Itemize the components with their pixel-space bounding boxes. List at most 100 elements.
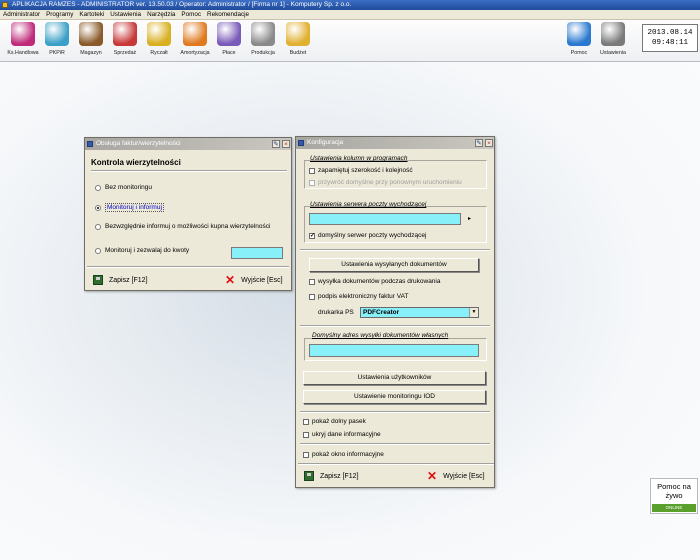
- hide-info-checkbox[interactable]: ukryj dane informacyjne: [303, 431, 381, 438]
- address-group-label: Domyślny adres wysyłki dokumentów własny…: [312, 332, 449, 339]
- invoice-icon: [113, 22, 137, 46]
- divider: [87, 266, 289, 268]
- radio-monitor-inform[interactable]: Monitoruj i informuj: [95, 203, 164, 212]
- show-bottom-bar-checkbox[interactable]: pokaż dolny pasek: [303, 418, 366, 425]
- menu-ustawienia[interactable]: Ustawienia: [107, 10, 144, 19]
- show-info-window-checkbox[interactable]: pokaż okno informacyjne: [303, 451, 384, 458]
- floppy-disk-icon: [304, 471, 314, 481]
- divider: [300, 411, 490, 413]
- save-button[interactable]: Zapisz [F12]: [93, 275, 148, 285]
- piggy-coin-icon: [286, 22, 310, 46]
- remember-width-checkbox[interactable]: zapamiętuj szerokość i kolejność: [309, 167, 413, 174]
- menu-kartoteki[interactable]: Kartoteki: [76, 10, 107, 19]
- checkbox: [309, 167, 315, 174]
- floppy-disk-icon: [93, 275, 103, 285]
- toolbar-place-button[interactable]: Płace: [212, 22, 246, 60]
- monitoring-settings-button[interactable]: Ustawienie monitoringu IOD: [303, 390, 486, 404]
- configuration-dialog-titlebar[interactable]: Konfiguracja ✎ ×: [296, 137, 494, 149]
- live-help-line2: żywo: [665, 491, 683, 500]
- toolbar-pkpir-button[interactable]: PKPiR: [40, 22, 74, 60]
- sent-documents-settings-button[interactable]: Ustawienia wysyłanych dokumentów: [309, 258, 479, 272]
- e-signature-checkbox[interactable]: podpis elektroniczny faktur VAT: [309, 293, 408, 300]
- send-while-printing-checkbox[interactable]: wysyłka dokumentów podczas drukowania: [309, 278, 440, 285]
- menu-programy[interactable]: Programy: [43, 10, 76, 19]
- printer-select-value: PDFCreator: [363, 309, 400, 316]
- default-address-input[interactable]: [309, 344, 479, 357]
- divider: [298, 463, 494, 465]
- menu-narzedzia[interactable]: Narzędzia: [144, 10, 178, 19]
- online-status-badge: ONLINE: [652, 504, 696, 512]
- columns-group-label: Ustawienia kolumn w programach: [310, 155, 408, 162]
- clock-time: 09:48:11: [651, 39, 688, 47]
- help-icon: [567, 22, 591, 46]
- checkbox: [303, 431, 309, 438]
- red-x-icon: ✕: [427, 469, 438, 483]
- configuration-dialog-title: Konfiguracja: [307, 139, 344, 146]
- printer-select[interactable]: PDFCreator ▼: [360, 307, 479, 318]
- checkbox: [309, 278, 315, 285]
- toolbar-pomoc-button[interactable]: Pomoc: [562, 22, 596, 60]
- radio-dot: [95, 247, 101, 254]
- menu-rekomendacje[interactable]: Rekomendacje: [204, 10, 252, 19]
- radio-allow-to-amount[interactable]: Monitoruj i zezwalaj do kwoty: [95, 247, 189, 254]
- checkbox: [303, 418, 309, 425]
- toolbar-budzet-button[interactable]: Budżet: [281, 22, 315, 60]
- receivables-dialog-title: Obsługa faktur/wierzytelności: [96, 140, 181, 147]
- toolbar-produkcja-button[interactable]: Produkcja: [246, 22, 280, 60]
- exit-button[interactable]: ✕ Wyjście [Esc]: [225, 273, 283, 287]
- toolbar-ryczalt-button[interactable]: Ryczałt: [142, 22, 176, 60]
- divider: [91, 170, 287, 172]
- app-title-bar: APLIKACJA RAMZES - ADMINISTRATOR ver. 13…: [0, 0, 700, 10]
- receivables-dialog-titlebar[interactable]: Obsługa faktur/wierzytelności ✎ ×: [85, 138, 291, 150]
- red-x-icon: ✕: [225, 273, 236, 287]
- receivables-header: Kontrola wierzytelności: [91, 158, 181, 167]
- checkbox: [309, 179, 315, 186]
- book-icon: [11, 22, 35, 46]
- assets-icon: [183, 22, 207, 46]
- radio-dot: [95, 184, 101, 191]
- toolbar: Ks.Handlowa PKPiR Magazyn Sprzedaż Rycza…: [0, 20, 700, 62]
- receivables-dialog: Obsługa faktur/wierzytelności ✎ × Kontro…: [84, 137, 292, 291]
- clock-panel: 2013.08.14 09:48:11: [642, 24, 698, 52]
- configuration-dialog: Konfiguracja ✎ × Ustawienia kolumn w pro…: [295, 136, 495, 488]
- exit-button[interactable]: ✕ Wyjście [Esc]: [427, 469, 485, 483]
- checkbox-checked: ✓: [309, 232, 316, 239]
- radio-no-monitoring[interactable]: Bez monitoringu: [95, 184, 152, 191]
- app-title: APLIKACJA RAMZES - ADMINISTRATOR ver. 13…: [12, 1, 352, 8]
- gear-icon: [251, 22, 275, 46]
- smtp-server-input[interactable]: [309, 213, 461, 225]
- printer-label: drukarka PS: [318, 309, 354, 316]
- close-icon[interactable]: ×: [282, 140, 290, 148]
- user-settings-button[interactable]: Ustawienia użytkowników: [303, 371, 486, 385]
- amount-input[interactable]: [231, 247, 283, 259]
- toolbar-amortyzacja-button[interactable]: Amortyzacja: [178, 22, 212, 60]
- window-icon: [87, 141, 93, 147]
- pin-icon[interactable]: ✎: [272, 140, 280, 148]
- people-icon: [217, 22, 241, 46]
- smtp-group-label: Ustawienia serwera poczty wychodzącej: [310, 201, 427, 208]
- close-icon[interactable]: ×: [485, 139, 493, 147]
- live-help-widget[interactable]: Pomoc na żywo ONLINE: [650, 478, 698, 514]
- menu-pomoc[interactable]: Pomoc: [178, 10, 204, 19]
- radio-always-inform[interactable]: Bezwzględnie informuj o możliwości kupna…: [95, 223, 270, 230]
- divider: [300, 325, 490, 327]
- toolbar-ustawienia-button[interactable]: Ustawienia: [596, 22, 630, 60]
- toolbar-ks-handlowa-button[interactable]: Ks.Handlowa: [6, 22, 40, 60]
- menu-administrator[interactable]: Administrator: [0, 10, 43, 19]
- toolbar-sprzedaz-button[interactable]: Sprzedaż: [108, 22, 142, 60]
- checkbox: [303, 451, 309, 458]
- radio-dot-selected: [95, 204, 101, 211]
- save-button[interactable]: Zapisz [F12]: [304, 471, 359, 481]
- warehouse-box-icon: [79, 22, 103, 46]
- restore-defaults-checkbox[interactable]: przywróć domyślne przy ponownym uruchomi…: [309, 179, 462, 186]
- checkbox: [309, 293, 315, 300]
- tools-icon: [601, 22, 625, 46]
- clock-date: 2013.08.14: [647, 29, 693, 37]
- coins-stack-icon: [147, 22, 171, 46]
- toolbar-magazyn-button[interactable]: Magazyn: [74, 22, 108, 60]
- default-server-checkbox[interactable]: ✓ domyślny serwer poczty wychodzącej: [309, 232, 426, 239]
- radio-dot: [95, 223, 101, 230]
- menu-bar: Administrator Programy Kartoteki Ustawie…: [0, 10, 700, 20]
- dropdown-arrow-icon[interactable]: ▸: [468, 215, 471, 222]
- pin-icon[interactable]: ✎: [475, 139, 483, 147]
